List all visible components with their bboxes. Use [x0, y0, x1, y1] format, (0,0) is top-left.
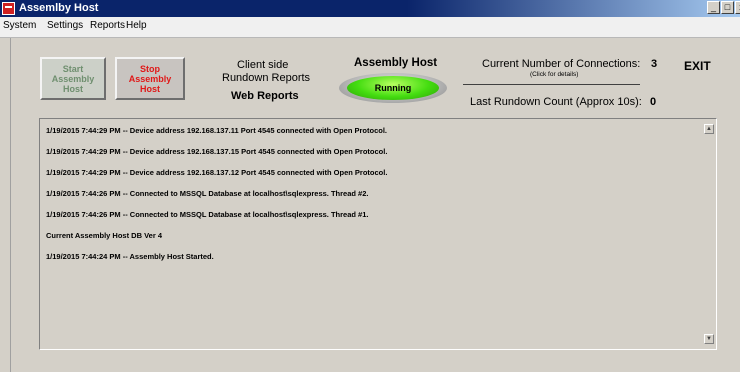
connections-value[interactable]: 3	[651, 58, 657, 70]
connections-divider	[463, 84, 640, 85]
client-reports-line1[interactable]: Client side	[237, 59, 288, 71]
rundown-value: 0	[650, 96, 657, 108]
log-line: 1/19/2015 7:44:24 PM -- Assembly Host St…	[46, 252, 214, 261]
exit-button[interactable]: EXIT	[684, 59, 711, 73]
app-icon	[2, 2, 15, 15]
log-line: Current Assembly Host DB Ver 4	[46, 231, 163, 240]
client-reports-line2[interactable]: Rundown Reports	[222, 72, 310, 84]
menu-reports[interactable]: Reports	[90, 20, 125, 31]
start-host-button[interactable]: Start Assembly Host	[40, 57, 106, 100]
menu-system[interactable]: System	[3, 20, 36, 31]
status-indicator: Running	[339, 73, 447, 103]
title-bar: Assemlby Host _ □ x	[0, 0, 740, 17]
close-button[interactable]: x	[735, 1, 740, 14]
minimize-button[interactable]: _	[707, 1, 720, 14]
log-line: 1/19/2015 7:44:26 PM -- Connected to MSS…	[46, 210, 369, 219]
log-line: 1/19/2015 7:44:26 PM -- Connected to MSS…	[46, 189, 369, 198]
menu-help[interactable]: Help	[126, 20, 147, 31]
click-details-hint[interactable]: (Click for details)	[530, 71, 578, 78]
scroll-down-arrow[interactable]: ▼	[704, 334, 714, 344]
log-line: 1/19/2015 7:44:29 PM -- Device address 1…	[46, 147, 388, 156]
log-line: 1/19/2015 7:44:29 PM -- Device address 1…	[46, 168, 388, 177]
log-line: 1/19/2015 7:44:29 PM -- Device address 1…	[46, 126, 387, 135]
log-list[interactable]: 1/19/2015 7:44:29 PM -- Device address 1…	[39, 118, 717, 350]
scroll-up-arrow[interactable]: ▲	[704, 124, 714, 134]
web-reports-link[interactable]: Web Reports	[231, 90, 299, 102]
window-title: Assemlby Host	[19, 2, 99, 14]
rundown-label: Last Rundown Count (Approx 10s):	[470, 96, 642, 108]
host-heading: Assembly Host	[354, 57, 438, 69]
menu-bar: System Settings Reports Help	[0, 17, 740, 38]
menu-settings[interactable]: Settings	[47, 20, 83, 31]
stop-host-button[interactable]: Stop Assembly Host	[115, 57, 185, 100]
connections-label[interactable]: Current Number of Connections:	[482, 58, 640, 70]
maximize-button[interactable]: □	[721, 1, 734, 14]
status-text: Running	[347, 76, 439, 100]
